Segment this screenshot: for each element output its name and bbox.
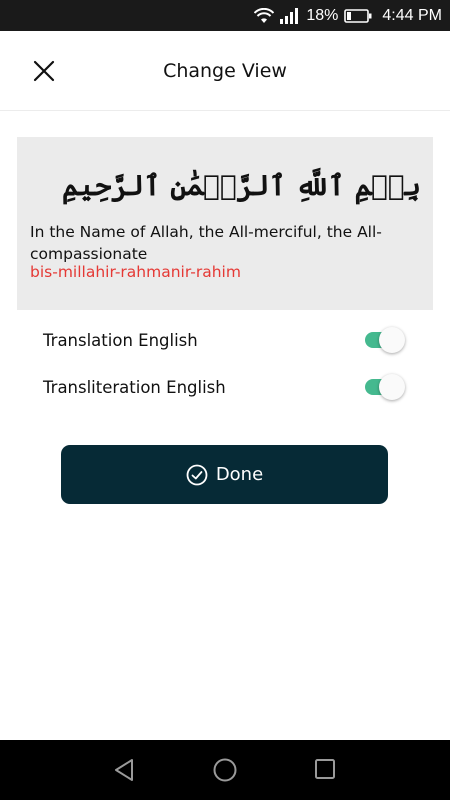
status-bar: 18% 4:44 PM xyxy=(0,0,450,31)
toggle-row-translation: Translation English xyxy=(43,325,405,355)
nav-bar xyxy=(0,740,450,800)
battery-icon xyxy=(344,8,372,24)
toggle-knob xyxy=(379,327,405,353)
signal-icon xyxy=(280,7,300,24)
page-title: Change View xyxy=(163,60,287,82)
toggle-label: Translation English xyxy=(43,330,198,350)
back-icon xyxy=(115,759,133,781)
header: Change View xyxy=(0,31,450,111)
transliteration-toggle[interactable] xyxy=(365,374,405,400)
home-button[interactable] xyxy=(212,757,238,787)
recents-icon xyxy=(315,759,335,779)
toggle-label: Transliteration English xyxy=(43,377,226,397)
home-icon xyxy=(213,758,237,782)
done-label: Done xyxy=(215,464,264,485)
battery-percent: 18% xyxy=(306,6,339,24)
wifi-icon xyxy=(254,7,275,24)
translation-text: In the Name of Allah, the All-merciful, … xyxy=(30,223,382,263)
toggle-knob xyxy=(379,374,405,400)
back-button[interactable] xyxy=(112,757,138,787)
done-button[interactable]: Done xyxy=(61,445,388,504)
toggle-row-transliteration: Transliteration English xyxy=(43,372,405,402)
arabic-verse: بِسۡمِ ٱللَّهِ ٱلرَّحۡمَٰنِ ٱلرَّحِيمِ xyxy=(62,169,421,202)
transliteration-text: bis-millahir-rahmanir-rahim xyxy=(30,263,241,281)
clock: 4:44 PM xyxy=(382,6,442,24)
check-circle-icon xyxy=(186,464,208,485)
preview-card: بِسۡمِ ٱللَّهِ ٱلرَّحۡمَٰنِ ٱلرَّحِيمِ I… xyxy=(17,137,433,310)
translation-toggle[interactable] xyxy=(365,327,405,353)
recents-button[interactable] xyxy=(313,757,337,785)
